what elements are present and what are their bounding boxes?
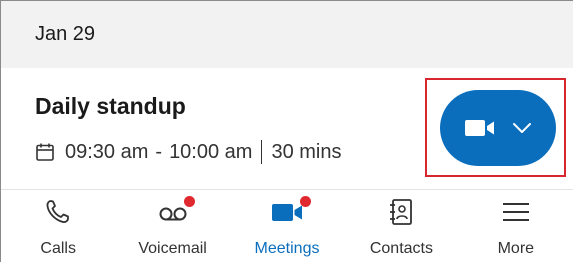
tab-contacts[interactable]: Contacts bbox=[344, 190, 458, 262]
date-label: Jan 29 bbox=[35, 23, 96, 45]
meeting-title: Daily standup bbox=[35, 93, 186, 119]
tab-label: Voicemail bbox=[138, 240, 207, 257]
tab-calls[interactable]: Calls bbox=[1, 190, 115, 262]
video-camera-icon bbox=[271, 198, 303, 226]
meeting-start-time: 09:30 am bbox=[65, 140, 149, 163]
tab-label: Calls bbox=[40, 240, 76, 257]
voicemail-badge bbox=[184, 196, 196, 207]
app-frame: Jan 29 Daily standup 09:30 am - 10:00 am… bbox=[0, 0, 573, 262]
tab-label: Contacts bbox=[369, 240, 433, 257]
tab-more[interactable]: More bbox=[459, 190, 573, 262]
join-button-highlight bbox=[425, 78, 566, 177]
time-separator bbox=[261, 140, 263, 164]
calendar-icon bbox=[35, 142, 55, 162]
contacts-book-icon bbox=[385, 198, 417, 226]
video-camera-icon bbox=[464, 118, 496, 138]
meeting-duration: 30 mins bbox=[271, 140, 342, 163]
meeting-time-row: 09:30 am - 10:00 am 30 mins bbox=[35, 139, 341, 165]
meetings-badge bbox=[299, 196, 311, 207]
tab-meetings[interactable]: Meetings bbox=[230, 190, 344, 262]
join-meeting-button[interactable] bbox=[440, 90, 556, 166]
date-section-header: Jan 29 bbox=[1, 1, 573, 68]
bottom-tab-bar: Calls Voicemail Meetings Contacts More bbox=[1, 190, 573, 262]
tab-label: More bbox=[497, 240, 535, 257]
chevron-down-icon[interactable] bbox=[512, 122, 532, 134]
meeting-end-time: 10:00 am bbox=[169, 140, 253, 163]
time-range-dash: - bbox=[155, 140, 163, 163]
phone-icon bbox=[42, 198, 74, 226]
menu-icon bbox=[500, 198, 532, 226]
tab-voicemail[interactable]: Voicemail bbox=[115, 190, 229, 262]
tab-label: Meetings bbox=[254, 240, 320, 257]
meeting-list-item[interactable]: Daily standup 09:30 am - 10:00 am 30 min… bbox=[1, 68, 573, 189]
